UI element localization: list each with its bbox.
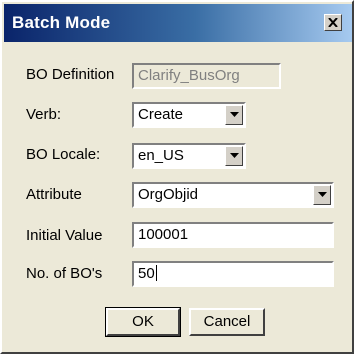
close-icon <box>328 18 338 27</box>
chevron-down-icon <box>230 112 239 117</box>
batch-mode-dialog: Batch Mode BO Definition Clarify_BusOrg … <box>0 0 354 354</box>
num-bos-label: No. of BO's <box>26 265 103 282</box>
chevron-down-icon <box>230 153 239 158</box>
bo-locale-select[interactable]: en_US <box>132 143 246 169</box>
verb-select[interactable]: Create <box>132 102 246 128</box>
bo-locale-label: BO Locale: <box>26 146 101 163</box>
chevron-down-icon <box>318 192 327 197</box>
text-caret <box>155 265 157 281</box>
title-bar[interactable]: Batch Mode <box>4 4 352 42</box>
close-button[interactable] <box>324 14 342 31</box>
verb-value: Create <box>138 106 184 123</box>
cancel-button[interactable]: Cancel <box>189 308 265 336</box>
attribute-label: Attribute <box>26 186 82 203</box>
bo-definition-label: BO Definition <box>26 66 115 83</box>
verb-label: Verb: <box>26 106 62 123</box>
initial-value-text: 100001 <box>138 226 189 243</box>
window-title: Batch Mode <box>12 13 111 32</box>
num-bos-input[interactable]: 50 <box>132 261 334 287</box>
verb-dropdown-button[interactable] <box>225 105 243 125</box>
ok-button[interactable]: OK <box>105 307 181 337</box>
initial-value-input[interactable]: 100001 <box>132 222 334 248</box>
bo-definition-field: Clarify_BusOrg <box>132 63 281 89</box>
attribute-select[interactable]: OrgObjid <box>132 182 334 208</box>
num-bos-text: 50 <box>138 265 155 282</box>
bo-definition-value: Clarify_BusOrg <box>138 67 240 84</box>
bo-locale-dropdown-button[interactable] <box>225 146 243 166</box>
initial-value-label: Initial Value <box>26 227 103 244</box>
attribute-value: OrgObjid <box>138 186 199 203</box>
attribute-dropdown-button[interactable] <box>313 185 331 205</box>
bo-locale-value: en_US <box>138 147 184 164</box>
